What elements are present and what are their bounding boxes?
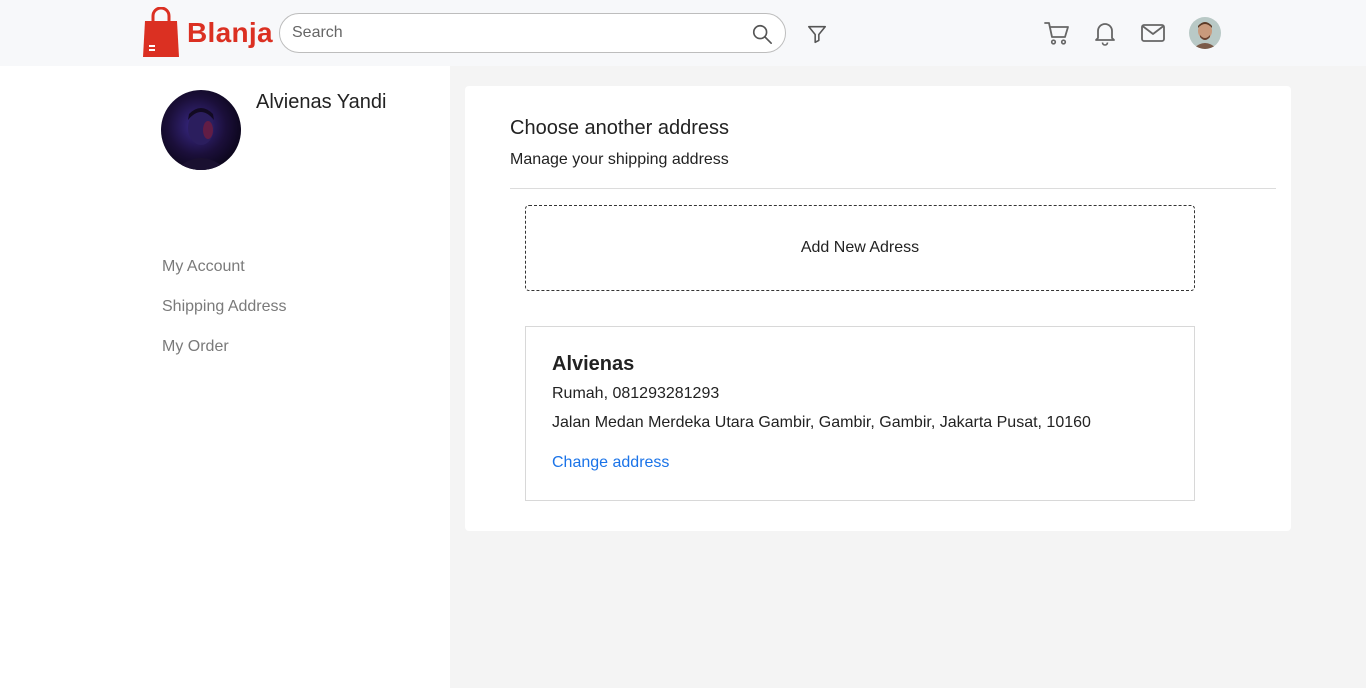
profile-name: Alvienas Yandi	[256, 91, 387, 113]
brand-name: Blanja	[187, 17, 273, 48]
sidebar-item-my-account[interactable]: My Account	[162, 258, 245, 276]
section-divider	[510, 188, 1276, 189]
address-street: Jalan Medan Merdeka Utara Gambir, Gambir…	[552, 414, 1091, 431]
page-subtitle: Manage your shipping address	[510, 151, 729, 168]
sidebar-item-shipping-address[interactable]: Shipping Address	[162, 298, 287, 316]
cart-icon[interactable]	[1044, 20, 1070, 46]
page-title: Choose another address	[510, 117, 730, 139]
profile-sidebar: Alvienas Yandi My Account Shipping Addre…	[0, 66, 450, 688]
user-avatar[interactable]	[1189, 17, 1221, 49]
brand-logo[interactable]: Blanja	[142, 7, 273, 59]
search-bar	[279, 13, 786, 53]
add-new-address-button[interactable]: Add New Adress	[525, 205, 1195, 291]
search-icon[interactable]	[751, 23, 773, 45]
change-address-link[interactable]: Change address	[552, 454, 669, 472]
shopping-bag-icon	[143, 7, 179, 57]
recipient-name: Alvienas	[552, 353, 635, 375]
bell-icon[interactable]	[1092, 20, 1118, 46]
profile-avatar	[161, 90, 241, 170]
address-panel: Choose another address Manage your shipp…	[465, 86, 1291, 531]
filter-icon[interactable]	[806, 23, 828, 45]
search-input[interactable]	[292, 14, 742, 52]
address-label-phone: Rumah, 081293281293	[552, 385, 720, 402]
mail-icon[interactable]	[1140, 20, 1166, 46]
sidebar-item-my-order[interactable]: My Order	[162, 338, 229, 356]
top-navbar: Blanja	[0, 0, 1366, 66]
address-card: Alvienas Rumah, 081293281293 Jalan Medan…	[525, 326, 1195, 501]
